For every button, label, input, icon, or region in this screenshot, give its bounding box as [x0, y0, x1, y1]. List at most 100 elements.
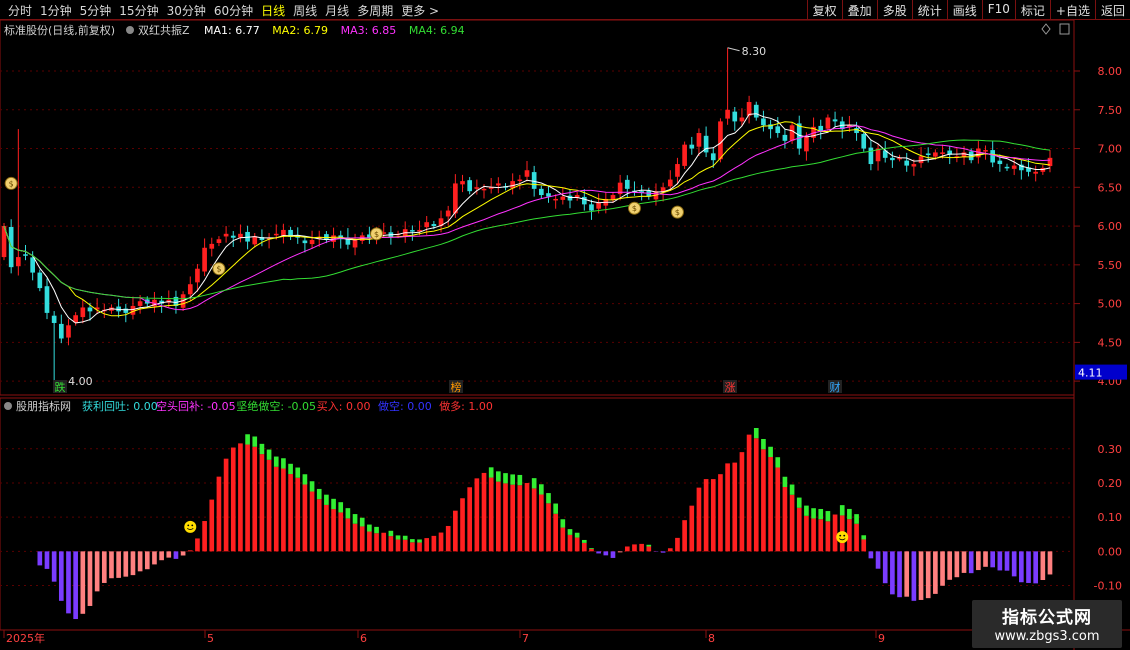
sub-bar-long: [832, 514, 838, 552]
price-tick-label: 8.00: [1098, 65, 1123, 78]
money-bag-glyph: $: [9, 179, 14, 188]
sub-bar-short: [109, 551, 114, 579]
action-button-4[interactable]: 画线: [946, 0, 982, 19]
candle-body: [524, 170, 530, 177]
sub-bar-short: [123, 551, 129, 577]
sub-bar-green: [316, 488, 322, 500]
period-tab-0[interactable]: 分时: [4, 2, 36, 19]
period-tab-5[interactable]: 60分钟: [210, 2, 257, 19]
top-toolbar: 分时 1分钟 5分钟 15分钟 30分钟 60分钟 日线 周线 月线 多周期 更多 > 复权 叠加 多股…: [0, 0, 1130, 20]
indicator-toggle-icon: [126, 26, 134, 34]
sub-bar-short: [868, 551, 874, 559]
sub-bar-short: [897, 551, 902, 598]
sub-bar-long: [395, 539, 401, 552]
candle-body: [667, 179, 673, 187]
sub-bar-green: [503, 473, 508, 484]
action-button-2[interactable]: 多股: [876, 0, 912, 19]
action-button-6[interactable]: 标记: [1014, 0, 1050, 19]
sub-bar-green: [560, 519, 566, 528]
sub-bar-long: [223, 458, 229, 552]
sub-bar-short: [180, 551, 186, 556]
sub-tick-label: 0.20: [1098, 477, 1123, 490]
period-tab-2[interactable]: 5分钟: [76, 2, 116, 19]
action-button-0[interactable]: 复权: [806, 0, 842, 19]
period-tab-10[interactable]: 更多 >: [397, 2, 443, 19]
watermark: 指标公式网 www.zbgs3.com: [972, 600, 1122, 648]
candle-body: [804, 136, 809, 152]
action-button-3[interactable]: 统计: [911, 0, 947, 19]
sub-bar-short: [925, 551, 931, 599]
sub-bar-green: [345, 508, 351, 519]
smiley-icon: [184, 520, 197, 533]
price-tick-label: 6.50: [1098, 181, 1123, 194]
action-button-8[interactable]: 返回: [1094, 0, 1130, 19]
candle-body: [746, 102, 752, 116]
candle-body: [87, 307, 93, 312]
candle-body: [352, 240, 358, 248]
sub-bar-green: [273, 456, 279, 467]
period-tab-6[interactable]: 日线: [257, 2, 289, 19]
sub-bar-long: [539, 494, 544, 552]
action-button-5[interactable]: F10: [981, 0, 1015, 19]
sub-bar-long: [517, 485, 523, 552]
sub-bar-short: [1004, 551, 1010, 571]
ma-line-1: [3, 113, 1051, 324]
stock-chart[interactable]: 8.00 7.50 7.00 6.50 6.00 5.50 5.00 4.50 4.00 4.11…: [0, 20, 1130, 650]
sub-bar-long: [331, 509, 336, 552]
date-label-1: 5: [207, 632, 214, 645]
money-bag-glyph: $: [216, 265, 221, 274]
sub-bar-short: [610, 551, 616, 558]
candle-body: [868, 147, 874, 165]
sub-bar-green: [589, 548, 594, 549]
period-tab-8[interactable]: 月线: [321, 2, 353, 19]
main-frame: [0, 20, 1075, 396]
sub-value-2: 坚绝做空: -0.05: [236, 399, 316, 413]
sub-bar-long: [818, 519, 824, 552]
ma-label-2: MA2: 6.79: [272, 24, 328, 37]
period-tab-7[interactable]: 周线: [289, 2, 321, 19]
candle-body: [302, 240, 308, 244]
sub-bar-short: [166, 551, 172, 558]
candle-body: [1004, 166, 1010, 169]
period-tabs: 分时 1分钟 5分钟 15分钟 30分钟 60分钟 日线 周线 月线 多周期 更多 >: [4, 2, 443, 19]
sub-bar-short: [130, 551, 136, 576]
candle-body: [725, 109, 730, 119]
period-tab-3[interactable]: 15分钟: [115, 2, 162, 19]
sub-bar-long: [581, 542, 587, 552]
candle-body: [918, 156, 924, 164]
sub-bar-long: [245, 444, 250, 552]
sub-bar-green: [488, 467, 494, 478]
smiley-icon: [836, 531, 849, 544]
sub-bar-short: [890, 551, 895, 595]
sub-bar-short: [660, 551, 666, 553]
sub-bar-long: [503, 483, 508, 552]
period-tab-9[interactable]: 多周期: [353, 2, 397, 19]
price-tick-label: 7.50: [1098, 104, 1123, 117]
sub-bar-long: [316, 499, 322, 552]
sub-bar-green: [395, 535, 401, 540]
action-button-1[interactable]: 叠加: [841, 0, 877, 19]
sub-bar-green: [861, 535, 867, 540]
sub-bar-short: [918, 551, 924, 600]
date-label-0: 2025年: [6, 631, 45, 645]
candle-body: [968, 151, 974, 161]
candle-body: [474, 187, 480, 189]
candle-body: [911, 164, 917, 167]
candle-body: [696, 133, 702, 147]
current-price-label: 4.11: [1078, 367, 1103, 380]
sub-bar-short: [933, 551, 938, 594]
sub-bar-green: [288, 463, 293, 475]
sub-tick-label: 0.00: [1098, 545, 1123, 558]
sub-bar-green: [768, 446, 773, 458]
candle-body: [66, 325, 71, 338]
sub-bar-short: [73, 551, 78, 620]
signal-badge-0: 跌: [55, 380, 66, 394]
sub-bar-long: [789, 494, 795, 552]
candle-body: [732, 111, 738, 122]
sub-bar-long: [352, 523, 358, 552]
period-tab-1[interactable]: 1分钟: [36, 2, 76, 19]
action-button-7[interactable]: +自选: [1049, 0, 1095, 19]
period-tab-4[interactable]: 30分钟: [163, 2, 210, 19]
candle-body: [481, 188, 487, 191]
sub-bar-long: [811, 518, 816, 552]
